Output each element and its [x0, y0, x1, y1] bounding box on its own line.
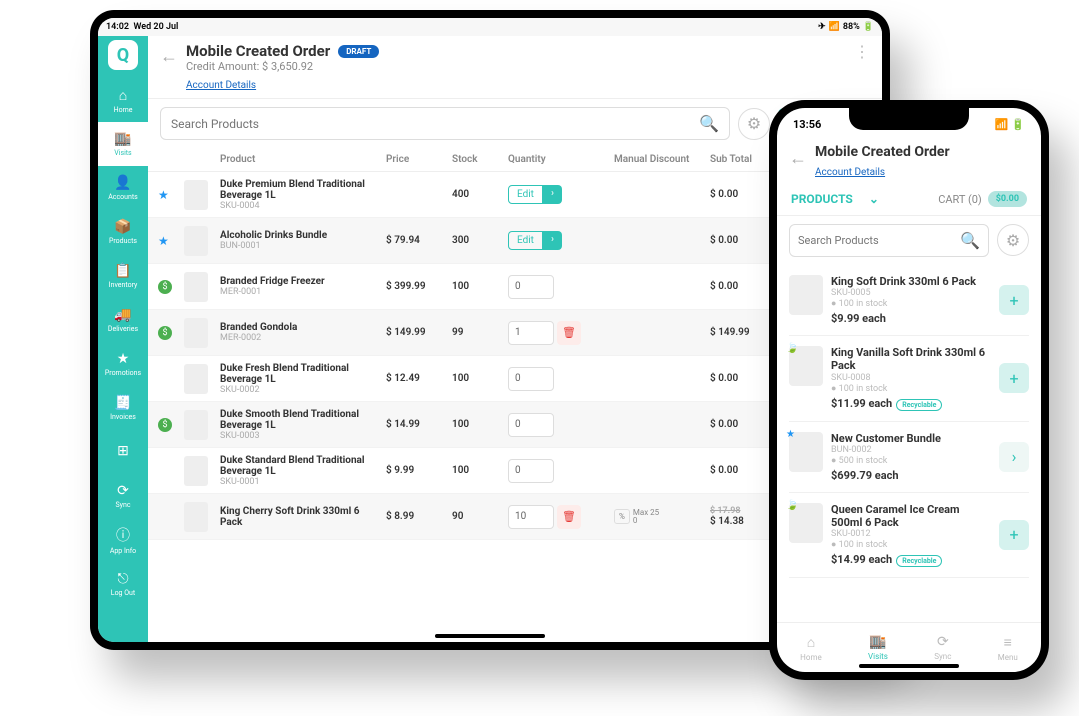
phone-account-link[interactable]: Account Details	[815, 167, 885, 178]
trash-icon[interactable]: 🗑	[557, 505, 581, 529]
sidebar-item-inventory[interactable]: 📋Inventory	[98, 254, 148, 298]
edit-quantity-button[interactable]: Edit›	[508, 231, 562, 250]
edit-quantity-button[interactable]: Edit›	[508, 185, 562, 204]
home-icon: ⌂	[807, 634, 815, 651]
add-button[interactable]: +	[999, 520, 1029, 550]
account-details-link[interactable]: Account Details	[186, 80, 256, 91]
product-thumbnail: 🍃	[789, 503, 823, 543]
add-button[interactable]: +	[999, 363, 1029, 393]
home-icon: ⌂	[119, 87, 127, 104]
visits-icon: 🏬	[869, 634, 886, 650]
app-logo: Q	[108, 40, 138, 70]
log out-icon: ⎋	[117, 571, 128, 587]
filter-button[interactable]: ⚙	[738, 108, 770, 140]
product-thumbnail: ★	[789, 432, 823, 472]
phone-title: Mobile Created Order	[815, 144, 950, 160]
quantity-input[interactable]	[508, 321, 554, 345]
tab-home[interactable]: ⌂Home	[800, 634, 822, 662]
star-icon: ★	[158, 188, 169, 202]
product-thumbnail	[184, 502, 208, 532]
visits-icon: 🏬	[114, 131, 131, 147]
sidebar-item-promotions[interactable]: ★Promotions	[98, 342, 148, 386]
home-indicator	[435, 634, 545, 638]
leaf-icon: 🍃	[786, 500, 798, 511]
product-thumbnail	[789, 275, 823, 315]
tab-sync[interactable]: ⟳Sync	[934, 634, 951, 661]
sidebar-item-app info[interactable]: ⓘApp Info	[98, 518, 148, 562]
phone-filter-button[interactable]: ⚙	[997, 224, 1029, 256]
sidebar-item-deliveries[interactable]: 🚚Deliveries	[98, 298, 148, 342]
discount-cell[interactable]: %Max 250	[614, 509, 704, 525]
inventory-icon: 📋	[114, 263, 131, 279]
quantity-input[interactable]	[508, 367, 554, 391]
tab-products[interactable]: PRODUCTS ⌄	[791, 192, 879, 206]
search-icon: 🔍	[960, 231, 980, 250]
quantity-input[interactable]	[508, 459, 554, 483]
expand-button[interactable]: ›	[999, 442, 1029, 472]
recyclable-badge: Recyclable	[896, 555, 942, 567]
sidebar-item-item[interactable]: ⊞	[98, 430, 148, 474]
tab-menu[interactable]: ≡Menu	[998, 634, 1018, 662]
sidebar-nav: Q ⌂Home🏬Visits👤Accounts📦Products📋Invento…	[98, 36, 148, 642]
promotions-icon: ★	[117, 351, 130, 367]
dollar-icon: $	[158, 326, 172, 340]
accounts-icon: 👤	[114, 175, 131, 191]
sidebar-item-log out[interactable]: ⎋Log Out	[98, 562, 148, 606]
credit-amount: Credit Amount: $ 3,650.92	[186, 60, 846, 73]
kebab-icon[interactable]: ⋮	[854, 42, 870, 61]
star-icon: ★	[786, 429, 795, 440]
draft-badge: DRAFT	[338, 45, 379, 58]
tab-visits[interactable]: 🏬Visits	[868, 634, 888, 661]
product-thumbnail	[184, 364, 208, 394]
iphone-device: 13:56 📶 🔋 ← Mobile Created Order Account…	[769, 100, 1049, 680]
product-thumbnail: 🍃	[789, 346, 823, 386]
chevron-down-icon: ⌄	[869, 192, 879, 206]
phone-home-indicator	[859, 664, 959, 668]
quantity-input[interactable]	[508, 505, 554, 529]
list-item[interactable]: ★New Customer BundleBUN-0002● 500 in sto…	[789, 422, 1029, 493]
sidebar-item-sync[interactable]: ⟳Sync	[98, 474, 148, 518]
star-icon: ★	[158, 234, 169, 248]
quantity-input[interactable]	[508, 413, 554, 437]
sidebar-item-visits[interactable]: 🏬Visits	[98, 122, 148, 166]
add-button[interactable]: +	[999, 285, 1029, 315]
quantity-input[interactable]	[508, 275, 554, 299]
invoices-icon: 🧾	[114, 395, 131, 411]
product-thumbnail	[184, 226, 208, 256]
list-item[interactable]: 🍃King Vanilla Soft Drink 330ml 6 PackSKU…	[789, 336, 1029, 421]
page-title: Mobile Created Order	[186, 42, 330, 60]
product-thumbnail	[184, 180, 208, 210]
recyclable-badge: Recyclable	[896, 399, 942, 411]
trash-icon[interactable]: 🗑	[557, 321, 581, 345]
notch	[849, 108, 969, 130]
dollar-icon: $	[158, 418, 172, 432]
sync-icon: ⟳	[117, 483, 129, 499]
deliveries-icon: 🚚	[114, 307, 131, 323]
app info-icon: ⓘ	[116, 525, 130, 545]
tab-cart[interactable]: CART (0) $0.00	[938, 191, 1027, 207]
products-icon: 📦	[114, 219, 131, 235]
phone-search-input[interactable]: 🔍	[789, 224, 989, 257]
list-item[interactable]: King Soft Drink 330ml 6 PackSKU-0005● 10…	[789, 265, 1029, 336]
search-icon: 🔍	[699, 114, 719, 133]
sync-icon: ⟳	[937, 634, 949, 650]
sidebar-item-accounts[interactable]: 👤Accounts	[98, 166, 148, 210]
page-header: ← Mobile Created Order DRAFT Credit Amou…	[148, 36, 882, 99]
product-thumbnail	[184, 456, 208, 486]
back-arrow-icon[interactable]: ←	[160, 46, 178, 67]
search-input[interactable]: 🔍	[160, 107, 730, 140]
-icon: ⊞	[117, 443, 129, 459]
sidebar-item-home[interactable]: ⌂Home	[98, 78, 148, 122]
dollar-icon: $	[158, 280, 172, 294]
phone-back-icon[interactable]: ←	[789, 148, 807, 179]
product-thumbnail	[184, 318, 208, 348]
product-thumbnail	[184, 272, 208, 302]
product-thumbnail	[184, 410, 208, 440]
ipad-statusbar: 14:02 Wed 20 Jul ✈︎📶88%🔋	[98, 18, 882, 36]
sidebar-item-products[interactable]: 📦Products	[98, 210, 148, 254]
leaf-icon: 🍃	[786, 343, 798, 354]
list-item[interactable]: 🍃Queen Caramel Ice Cream 500ml 6 PackSKU…	[789, 493, 1029, 578]
sidebar-item-invoices[interactable]: 🧾Invoices	[98, 386, 148, 430]
menu-icon: ≡	[1004, 634, 1012, 651]
